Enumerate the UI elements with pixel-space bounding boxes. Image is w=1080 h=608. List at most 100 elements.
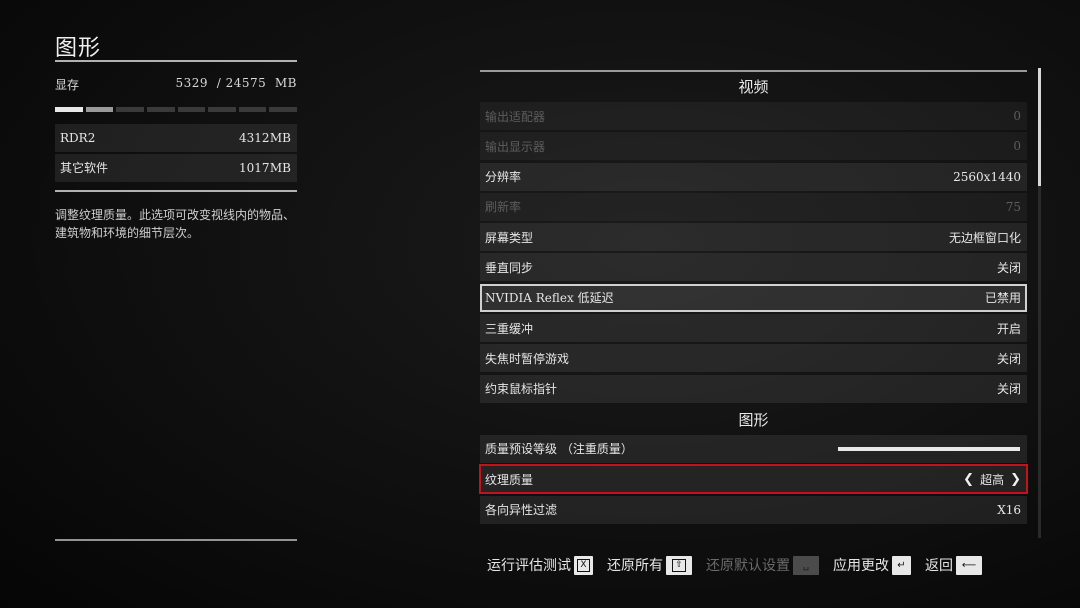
vram-unit: MB (274, 76, 297, 90)
key-space-icon: ␣ (793, 555, 819, 575)
setting-value: 0 (1013, 139, 1021, 154)
usage-value-group: 4312 MB (239, 131, 291, 146)
key-glyph: ␣ (802, 559, 810, 571)
usage-row-other: 其它软件 1017 MB (55, 154, 297, 183)
usage-value: 4312 (239, 130, 270, 145)
vram-summary: 显存 5329 / 24575 MB (55, 76, 297, 93)
setting-value: 开启 (996, 321, 1021, 336)
setting-value: 2560x1440 (953, 169, 1021, 184)
setting-value: 无边框窗口化 (948, 230, 1021, 245)
vram-bar-segment (208, 107, 236, 112)
setting-description: 调整纹理质量。此选项可改变视线内的物品、建筑物和环境的细节层次。 (55, 208, 296, 241)
vram-breakdown: RDR2 4312 MB 其它软件 1017 MB (55, 124, 297, 183)
action-label: 还原所有 (607, 558, 663, 574)
texture-quality-selector: ❮ 超高 ❯ (963, 471, 1021, 488)
action-label: 应用更改 (833, 558, 889, 574)
action-bar: 运行评估测试 X 还原所有 ⇧ 还原默认设置 ␣ 应用更改 ↵ 返回 ⟵ (487, 553, 996, 577)
setting-output-monitor: 输出显示器 0 (480, 132, 1027, 161)
apply-changes-button[interactable]: 应用更改 ↵ (833, 555, 911, 575)
setting-screen-type[interactable]: 屏幕类型 无边框窗口化 (480, 223, 1027, 252)
back-button[interactable]: 返回 ⟵ (925, 555, 982, 575)
setting-value: 75 (1005, 199, 1021, 214)
section-title-graphics: 图形 (738, 410, 769, 429)
usage-unit: MB (269, 160, 291, 175)
setting-label: 垂直同步 (485, 260, 534, 275)
divider (55, 190, 297, 193)
vram-usage-bar (55, 107, 297, 112)
action-label: 返回 (925, 558, 953, 574)
page-title: 图形 (55, 36, 102, 61)
divider (55, 539, 297, 541)
setting-label: 质量预设等级 （注重质量） (485, 442, 633, 457)
setting-vsync[interactable]: 垂直同步 关闭 (480, 253, 1027, 282)
setting-label: 刷新率 (485, 200, 522, 215)
setting-quality-preset[interactable]: 质量预设等级 （注重质量） (480, 434, 1027, 463)
section-title-video: 视频 (738, 78, 769, 96)
vram-bar-segment (116, 107, 144, 112)
setting-pause-on-focus-loss[interactable]: 失焦时暂停游戏 关闭 (480, 344, 1027, 373)
setting-value: 超高 (980, 472, 1005, 487)
vram-label: 显存 (55, 78, 80, 92)
usage-name: 其它软件 (60, 160, 109, 175)
vram-values: 5329 / 24575 MB (176, 76, 298, 93)
setting-label: 约束鼠标指针 (485, 382, 558, 397)
vram-bar-segment (55, 107, 83, 112)
setting-value: 关闭 (996, 260, 1021, 275)
key-x-icon: X (574, 555, 593, 575)
setting-resolution[interactable]: 分辨率 2560x1440 (480, 162, 1027, 191)
vram-bar-segment (177, 107, 206, 112)
action-label: 还原默认设置 (706, 558, 790, 574)
setting-label: 各向异性过滤 (485, 503, 558, 518)
key-glyph: ⇧ (672, 558, 686, 572)
usage-value-group: 1017 MB (239, 161, 291, 176)
setting-label: 输出显示器 (485, 139, 546, 154)
setting-label: 屏幕类型 (485, 230, 534, 245)
usage-name: RDR2 (60, 130, 96, 145)
setting-label: NVIDIA Reflex 低延迟 (485, 291, 614, 306)
setting-value: 0 (1013, 109, 1021, 123)
key-backspace-icon: ⟵ (956, 555, 982, 575)
setting-nvidia-reflex[interactable]: NVIDIA Reflex 低延迟 已禁用 (480, 283, 1027, 312)
usage-value: 1017 (239, 160, 270, 175)
setting-label: 分辨率 (485, 170, 522, 185)
divider (55, 60, 297, 62)
divider (480, 70, 1027, 72)
setting-value: 关闭 (996, 382, 1021, 397)
setting-value: 已禁用 (984, 291, 1021, 306)
reset-all-button[interactable]: 还原所有 ⇧ (607, 555, 692, 575)
vram-bar-segment (269, 107, 297, 112)
restore-defaults-button[interactable]: 还原默认设置 ␣ (706, 555, 819, 575)
vram-total: 24575 (225, 76, 267, 90)
chevron-left-icon[interactable]: ❮ (963, 472, 974, 487)
setting-label: 输出适配器 (485, 109, 546, 124)
settings-list: 视频 输出适配器 0 输出显示器 0 分辨率 2560x1440 刷新率 75 … (479, 70, 1028, 526)
key-enter-icon: ↵ (892, 555, 911, 575)
vram-bar-segment (146, 107, 175, 112)
usage-unit: MB (269, 130, 291, 145)
usage-row-rdr2: RDR2 4312 MB (55, 124, 297, 152)
chevron-right-icon[interactable]: ❯ (1010, 472, 1021, 487)
setting-refresh-rate: 刷新率 75 (480, 192, 1027, 221)
setting-label: 纹理质量 (485, 472, 534, 487)
setting-texture-quality[interactable]: 纹理质量 ❮ 超高 ❯ (479, 464, 1028, 495)
vram-bar-segment (85, 107, 114, 112)
setting-constrain-mouse[interactable]: 约束鼠标指针 关闭 (480, 374, 1027, 403)
quality-preset-slider[interactable] (838, 446, 1020, 451)
setting-value: X16 (997, 502, 1021, 517)
setting-value: 关闭 (996, 351, 1021, 366)
settings-scrollbar[interactable] (1038, 68, 1041, 538)
setting-anisotropic-filtering[interactable]: 各向异性过滤 X16 (480, 495, 1027, 524)
action-label: 运行评估测试 (487, 558, 571, 574)
run-benchmark-button[interactable]: 运行评估测试 X (487, 555, 593, 575)
vram-separator: / (216, 76, 222, 90)
setting-triple-buffering[interactable]: 三重缓冲 开启 (480, 314, 1027, 343)
scrollbar-thumb[interactable] (1038, 68, 1041, 186)
key-shift-icon: ⇧ (666, 555, 692, 575)
key-glyph: ⟵ (961, 559, 977, 571)
key-glyph: X (577, 558, 590, 572)
vram-bar-segment (238, 107, 267, 112)
setting-label: 三重缓冲 (485, 321, 534, 336)
vram-used: 5329 (175, 76, 209, 90)
setting-output-adapter: 输出适配器 0 (480, 102, 1027, 130)
setting-label: 失焦时暂停游戏 (485, 351, 570, 366)
